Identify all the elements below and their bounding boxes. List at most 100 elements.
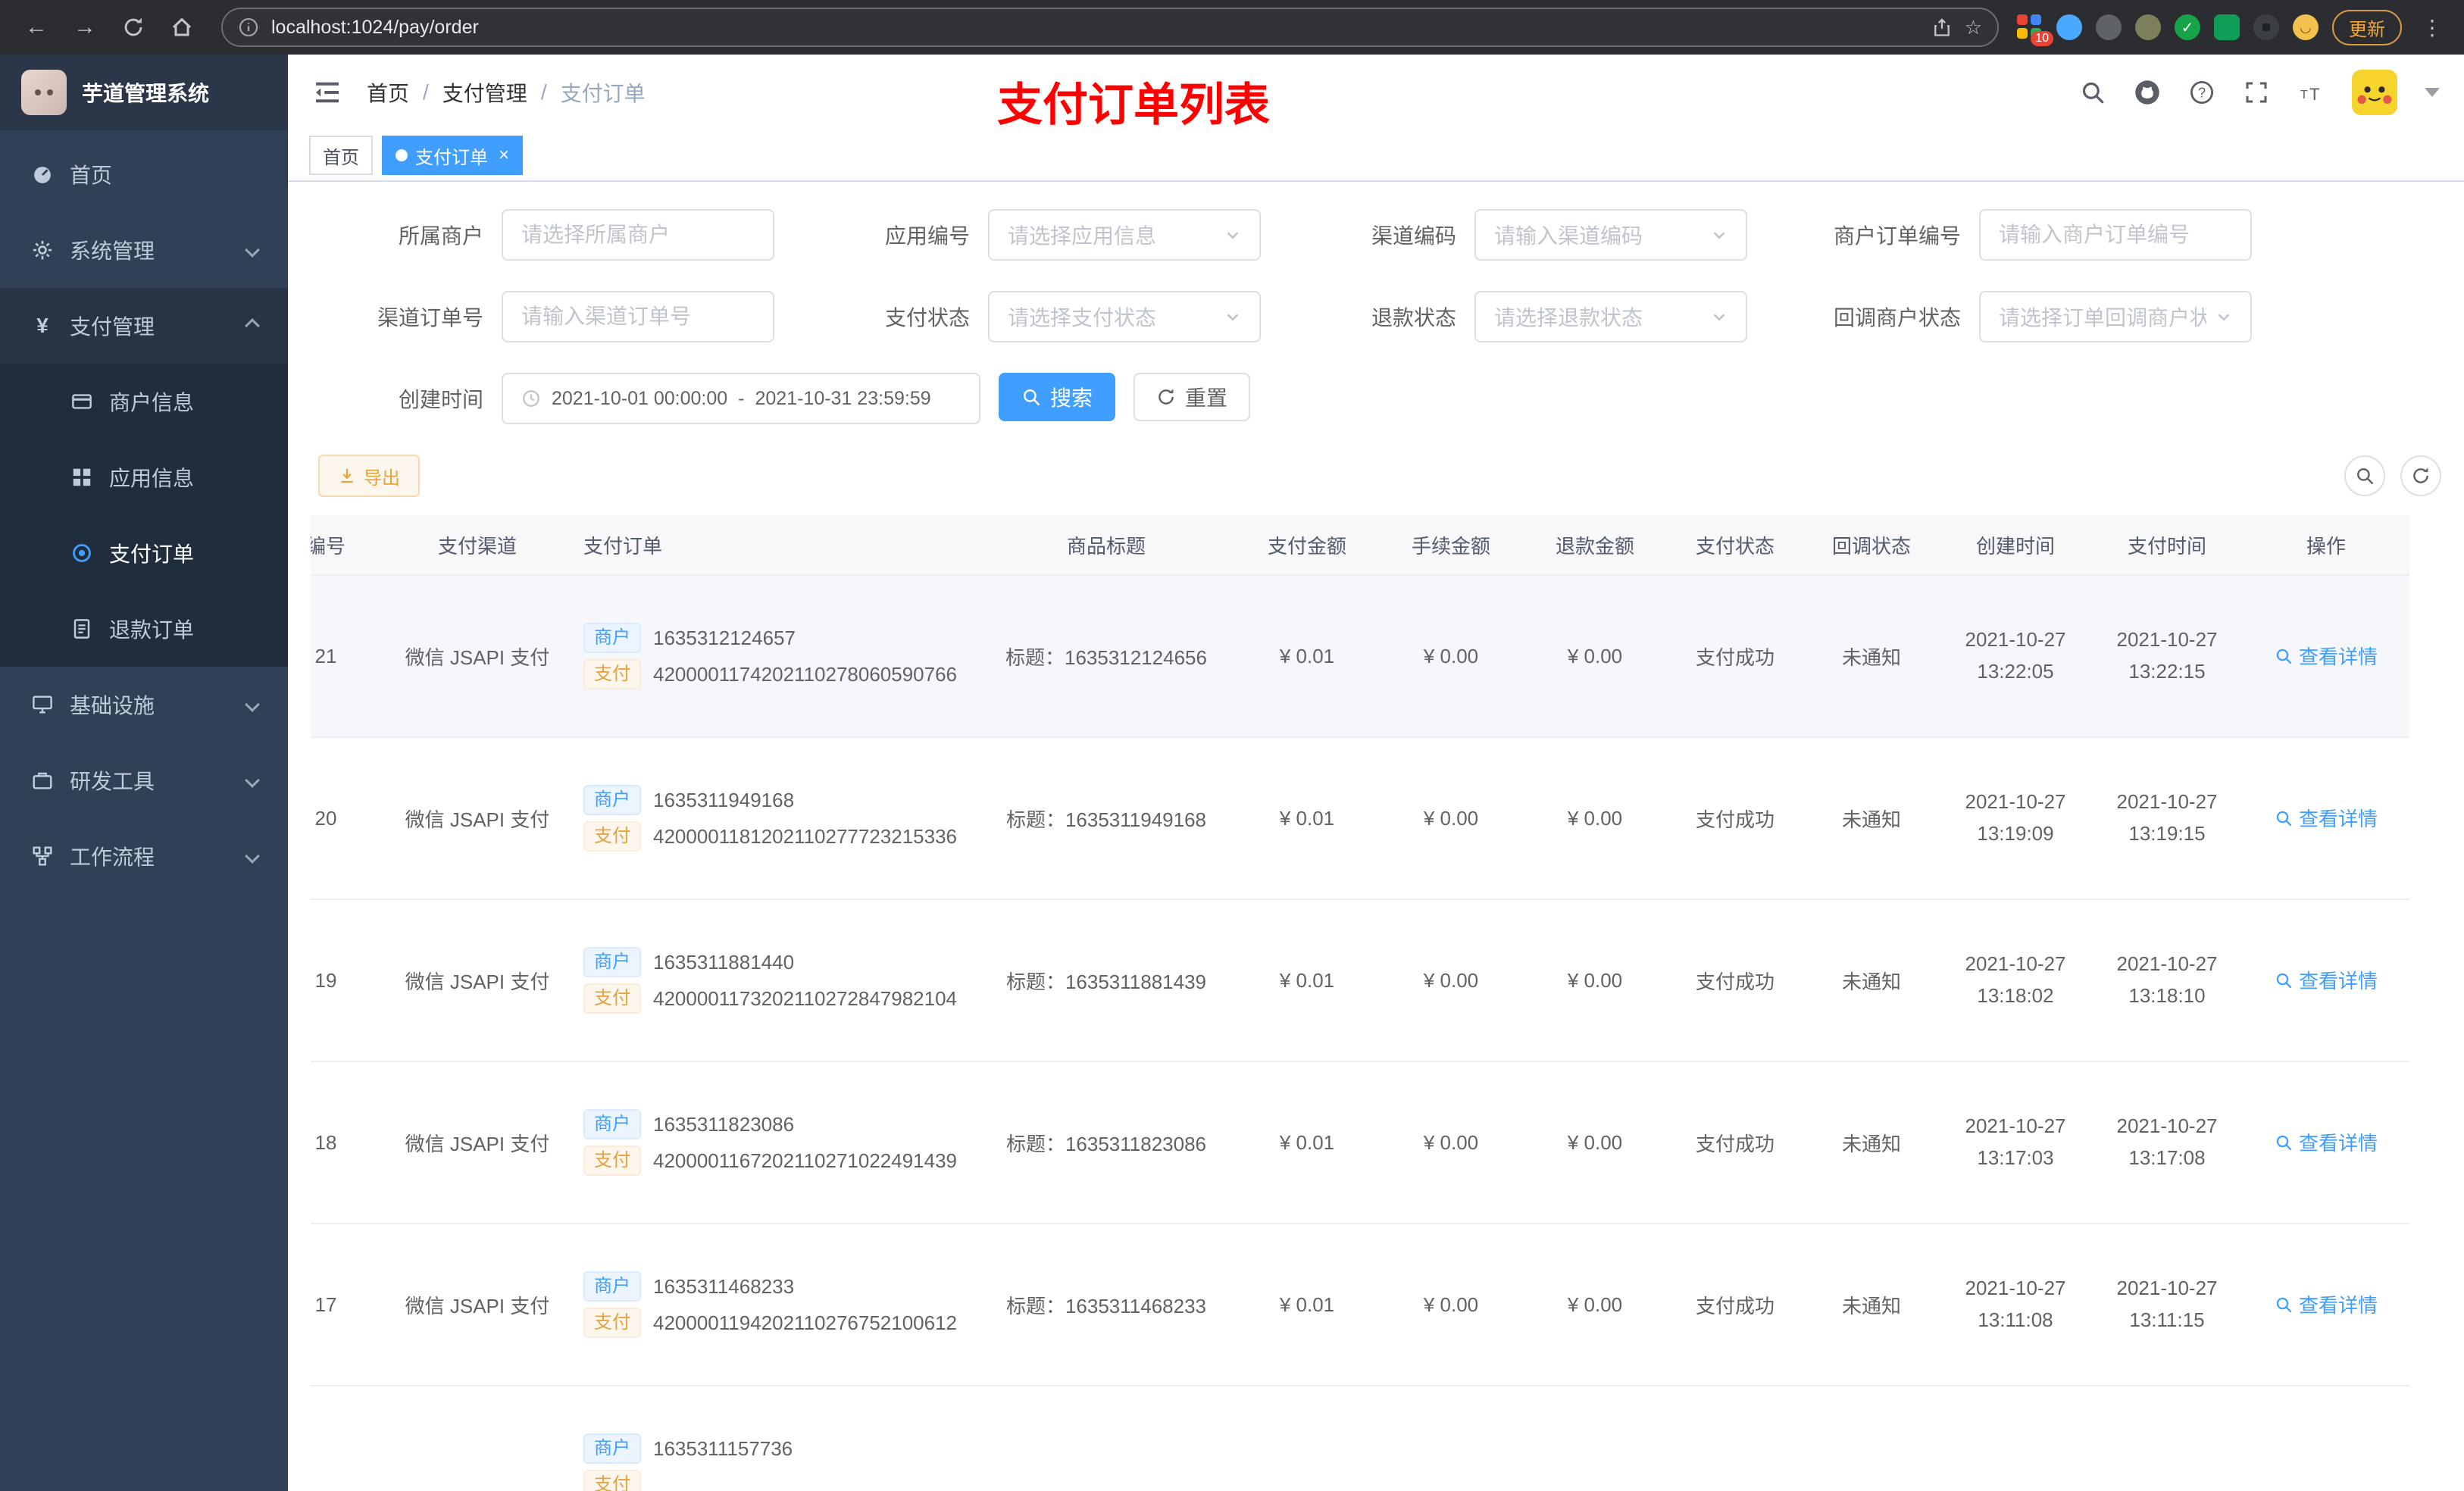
browser-toolbar: ← → localhost:1024/pay/order ☆ 10 ✓ ◡ 更新… [0, 0, 2464, 55]
sidebar-item-pay-order[interactable]: 支付订单 [0, 515, 288, 591]
create-time: 2021-10-27 13:18:02 [1965, 952, 2066, 1007]
channel-code-select[interactable]: 请输入渠道编码 [1474, 209, 1747, 261]
table-row[interactable]: 17 微信 JSAPI 支付 商户 1635311468233 支付 4200001… [311, 1224, 2409, 1386]
sidebar-item-dev-tools[interactable]: 研发工具 [0, 742, 288, 818]
pay-time: 2021-10-27 13:19:15 [2116, 790, 2218, 845]
sidebar-item-refund-order[interactable]: 退款订单 [0, 591, 288, 667]
fee-amount: ¥ 0.00 [1423, 968, 1479, 992]
page-title-annotation: 支付订单列表 [997, 80, 1270, 130]
browser-reload-button[interactable] [112, 6, 155, 48]
sidebar-item-payment[interactable]: ¥ 支付管理 [0, 288, 288, 364]
breadcrumb-payment[interactable]: 支付管理 [442, 77, 527, 108]
merchant-order-no: 1635311823086 [653, 1112, 795, 1136]
browser-menu-icon[interactable]: ⋮ [2416, 15, 2449, 40]
breadcrumb-home[interactable]: 首页 [367, 77, 409, 108]
sidebar-item-infrastructure[interactable]: 基础设施 [0, 667, 288, 742]
sidebar-menu: 首页 系统管理 ¥ 支付管理 商户信息 应用信息 支付订单 退款订单 基础设施 … [0, 130, 288, 894]
share-icon[interactable] [1931, 17, 1953, 38]
view-detail-link[interactable]: 查看详情 [2275, 804, 2378, 832]
sidebar-toggle-icon[interactable] [312, 77, 342, 108]
sidebar-logo[interactable]: 芋道管理系统 [0, 55, 288, 130]
svg-text:T: T [2309, 85, 2319, 104]
chevron-down-icon [1227, 314, 1239, 321]
create-time: 2021-10-27 13:22:05 [1965, 628, 2066, 683]
merchant-input[interactable] [502, 209, 774, 261]
sidebar-item-app-info[interactable]: 应用信息 [0, 439, 288, 515]
extension-apps-icon[interactable]: 10 [2017, 14, 2053, 46]
search-button-label: 搜索 [1050, 386, 1093, 410]
pay-status-select[interactable]: 请选择支付状态 [988, 291, 1261, 342]
table-row[interactable]: 20 微信 JSAPI 支付 商户 1635311949168 支付 4200001… [311, 738, 2409, 900]
tab-home[interactable]: 首页 [309, 136, 373, 175]
table-row[interactable]: 18 微信 JSAPI 支付 商户 1635311823086 支付 4200001… [311, 1062, 2409, 1224]
merchant-order-no: 1635311881440 [653, 950, 795, 974]
pay-amount [1235, 1461, 1379, 1473]
refund-amount: ¥ 0.00 [1567, 1293, 1623, 1316]
view-detail-link[interactable]: 查看详情 [2275, 966, 2378, 994]
sidebar-item-merchant-info[interactable]: 商户信息 [0, 364, 288, 439]
avatar-dropdown-caret[interactable] [2425, 88, 2440, 97]
merchant-tag: 商户 [583, 1271, 641, 1302]
pay-amount: ¥ 0.01 [1279, 806, 1335, 830]
fullscreen-icon[interactable] [2243, 79, 2270, 106]
channel-order-no-input[interactable] [502, 291, 774, 342]
search-icon [2275, 971, 2293, 989]
browser-forward-button[interactable]: → [64, 6, 106, 48]
refund-amount [1523, 1461, 1667, 1473]
refresh-table-button[interactable] [2400, 455, 2441, 496]
search-button[interactable]: 搜索 [999, 373, 1116, 421]
help-icon[interactable]: ? [2188, 79, 2215, 106]
app-select[interactable]: 请选择应用信息 [988, 209, 1261, 261]
extensions-pin-icon[interactable] [2253, 14, 2279, 40]
table-row[interactable]: 21 微信 JSAPI 支付 商户 1635312124657 支付 4200001… [311, 576, 2409, 738]
tab-label: 支付订单 [415, 147, 488, 168]
fee-amount: ¥ 0.00 [1423, 1293, 1479, 1316]
col-header-actions: 操作 [2306, 534, 2346, 558]
export-button[interactable]: 导出 [318, 455, 420, 497]
browser-home-button[interactable] [161, 6, 203, 48]
font-size-icon[interactable]: TT [2297, 79, 2325, 106]
close-icon[interactable]: × [499, 146, 509, 164]
sidebar-item-label: 工作流程 [70, 846, 155, 869]
user-avatar[interactable] [2352, 70, 2397, 115]
browser-update-button[interactable]: 更新 [2332, 9, 2402, 45]
site-info-icon[interactable] [238, 17, 259, 38]
col-header-pay-time: 支付时间 [2127, 534, 2206, 558]
sidebar-item-workflow[interactable]: 工作流程 [0, 818, 288, 894]
search-icon[interactable] [2079, 79, 2106, 106]
sidebar-item-label: 基础设施 [70, 694, 155, 717]
reset-button[interactable]: 重置 [1134, 373, 1251, 421]
extension-green-square-icon[interactable] [2214, 14, 2240, 40]
refund-status-select[interactable]: 请选择退款状态 [1474, 291, 1747, 342]
create-time-range-picker[interactable]: 2021-10-01 00:00:00 - 2021-10-31 23:59:5… [502, 373, 980, 424]
breadcrumb-current: 支付订单 [560, 82, 646, 105]
channel-pay-no: 4200001173202110272847982104 [653, 986, 958, 1010]
sidebar-item-label: 应用信息 [109, 467, 195, 490]
callback-status-select[interactable]: 请选择订单回调商户状态 [1979, 291, 2253, 342]
tab-pay-order[interactable]: 支付订单 × [382, 136, 524, 175]
filter-merchant: 所属商户 [374, 209, 861, 261]
sidebar-item-label: 支付订单 [109, 542, 195, 566]
extension-drop-icon[interactable] [2056, 14, 2082, 40]
address-bar[interactable]: localhost:1024/pay/order ☆ [221, 8, 1999, 47]
merchant-tag: 商户 [583, 947, 641, 977]
view-detail-link[interactable]: 查看详情 [2275, 1290, 2378, 1318]
extension-olive-icon[interactable] [2135, 14, 2161, 40]
sidebar-item-home[interactable]: 首页 [0, 136, 288, 212]
table-row[interactable]: 19 微信 JSAPI 支付 商户 1635311881440 支付 4200001… [311, 900, 2409, 1062]
view-detail-link[interactable]: 查看详情 [2275, 1128, 2378, 1156]
main-area: 首页 / 支付管理 / 支付订单 支付订单列表 ? TT 首页 支付订单 × 所… [288, 55, 2464, 1491]
browser-back-button[interactable]: ← [15, 6, 58, 48]
github-icon[interactable] [2134, 79, 2161, 106]
merchant-order-no-input[interactable] [1979, 209, 2253, 261]
sidebar-item-system[interactable]: 系统管理 [0, 212, 288, 288]
profile-avatar-icon[interactable]: ◡ [2293, 14, 2319, 40]
extension-check-icon[interactable]: ✓ [2175, 14, 2200, 40]
product-title: 标题：1635311881439 [1005, 970, 1207, 993]
view-detail-link[interactable]: 查看详情 [2275, 642, 2378, 670]
extension-gray-icon[interactable] [2096, 14, 2122, 40]
table-toolbar: 导出 [318, 455, 2441, 497]
bookmark-star-icon[interactable]: ☆ [1965, 16, 1982, 39]
table-row[interactable]: 商户 1635311157736 支付 [311, 1386, 2409, 1491]
toggle-search-button[interactable] [2344, 455, 2385, 496]
